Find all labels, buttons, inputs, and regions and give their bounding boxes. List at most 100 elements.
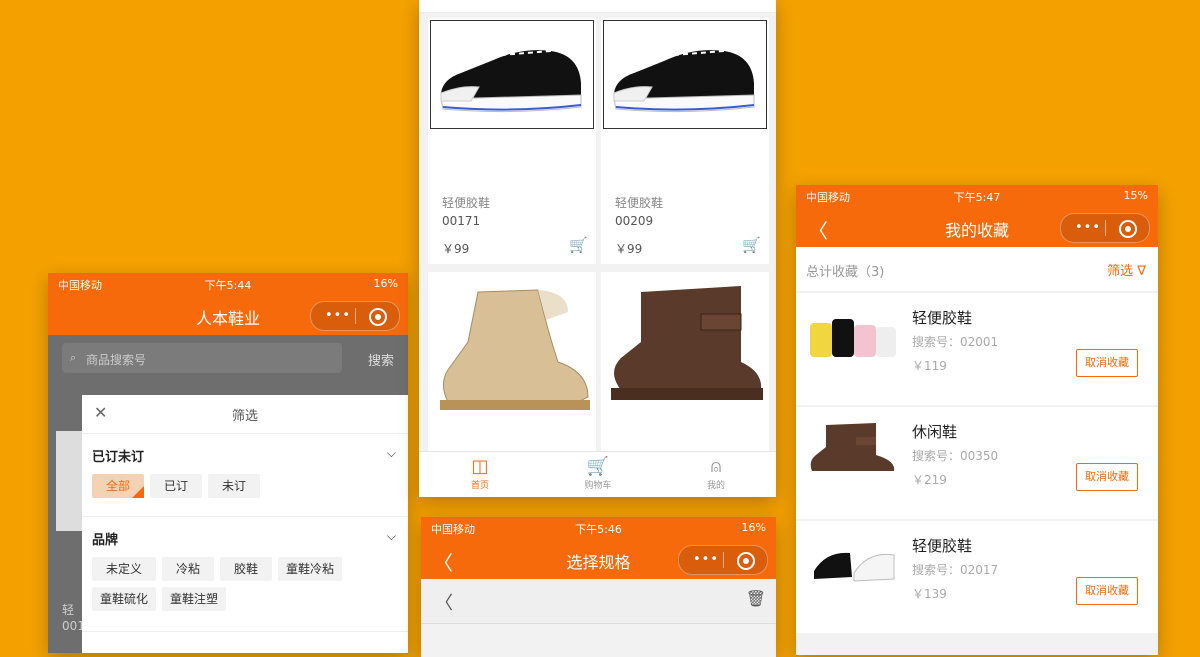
chip-brand[interactable]: 童鞋硫化	[92, 587, 157, 611]
nav-bar: 〈 选择规格 •••	[421, 539, 776, 579]
mini-program-capsule[interactable]: •••	[1060, 213, 1150, 243]
chip-ordered[interactable]: 已订	[150, 474, 203, 498]
product-card[interactable]	[601, 272, 769, 452]
chip-group: 全部 已订 未订	[92, 474, 266, 504]
battery-label: 15%	[1123, 189, 1148, 202]
phone-screen-home: 轻便胶鞋 00171 ￥99 🛒 轻便胶鞋 00209 ￥99 🛒 ◫ 首页 🛒…	[419, 0, 776, 497]
filter-sheet: ✕ 筛选 已订未订 ⌵ 全部 已订 未订 品牌 ⌵ 未定义 冷粘 胶鞋 童鞋冷粘童鞋硫化童…	[82, 395, 408, 653]
product-card[interactable]: 轻便胶鞋 00171 ￥99 🛒	[428, 18, 596, 264]
trash-icon[interactable]: 🗑	[746, 589, 766, 608]
product-name: 轻便胶鞋	[615, 196, 664, 210]
more-icon[interactable]: •••	[1075, 220, 1101, 235]
more-icon[interactable]: •••	[325, 308, 351, 323]
status-bar: 中国移动 下午5:46 16%	[421, 517, 776, 539]
cart-icon[interactable]: 🛒	[569, 236, 588, 254]
close-miniprogram-icon[interactable]	[737, 552, 755, 570]
tab-profile[interactable]: ⍝ 我的	[681, 456, 751, 491]
cart-icon: 🛒	[586, 456, 610, 477]
status-bar: 中国移动 下午5:47 15%	[796, 185, 1158, 207]
item-name: 轻便胶鞋	[912, 309, 973, 327]
chip-brand[interactable]: 童鞋注塑	[162, 587, 227, 611]
mini-program-capsule[interactable]: •••	[310, 301, 400, 331]
tab-cart[interactable]: 🛒 购物车	[563, 456, 633, 491]
mini-program-capsule[interactable]: •••	[678, 545, 768, 575]
product-name-partial: 轻	[62, 603, 75, 617]
search-area: ⌕ 商品搜索号 搜索	[48, 335, 408, 381]
chip-brand[interactable]: 冷粘	[162, 557, 215, 581]
chip-brand[interactable]: 未定义	[92, 557, 157, 581]
chip-brand[interactable]: 胶鞋	[220, 557, 273, 581]
filter-icon: ∇	[1137, 264, 1146, 279]
boot-image	[440, 289, 590, 410]
capsule-divider	[723, 552, 724, 568]
capsule-divider	[1105, 220, 1106, 236]
favorites-count: 总计收藏（3)	[806, 265, 885, 280]
tab-label: 我的	[706, 481, 725, 491]
unfavorite-button[interactable]: 取消收藏	[1076, 577, 1138, 605]
item-code: 搜索号：02001	[912, 335, 999, 349]
item-code: 搜索号：00350	[912, 449, 999, 463]
item-price: ￥219	[912, 473, 947, 487]
product-card[interactable]: 轻便胶鞋 00209 ￥99 🛒	[601, 18, 769, 264]
tab-home[interactable]: ◫ 首页	[445, 456, 515, 491]
product-image	[430, 20, 594, 129]
product-name: 轻便胶鞋	[442, 196, 491, 210]
shoes-image	[810, 319, 896, 357]
nav-bar: 〈 我的收藏 •••	[796, 207, 1158, 247]
user-icon: ⍝	[710, 456, 722, 477]
sneaker-image	[613, 50, 755, 113]
section-title: 已订未订	[92, 450, 145, 465]
sub-toolbar: 〈 🗑	[421, 579, 776, 624]
product-image	[806, 303, 901, 367]
phone-screen-favorites: 中国移动 下午5:47 15% 〈 我的收藏 ••• 总计收藏（3) 筛选 ∇ …	[796, 185, 1158, 655]
boot-image	[611, 286, 763, 400]
filter-button[interactable]: 筛选 ∇	[1107, 260, 1146, 279]
product-card[interactable]	[428, 272, 596, 452]
back-icon[interactable]: 〈	[435, 589, 453, 615]
chip-unordered[interactable]: 未订	[208, 474, 261, 498]
chevron-down-icon[interactable]: ⌵	[387, 529, 396, 544]
battery-label: 16%	[741, 521, 766, 534]
status-bar: 中国移动 下午5:44 16%	[48, 273, 408, 295]
tab-bar: ◫ 首页 🛒 购物车 ⍝ 我的	[419, 451, 776, 497]
item-name: 休闲鞋	[912, 423, 958, 441]
search-button[interactable]: 搜索	[368, 350, 394, 369]
item-name: 轻便胶鞋	[912, 537, 973, 555]
product-price: ￥99	[442, 242, 470, 256]
product-image	[603, 20, 767, 129]
filter-section-brand: 品牌 ⌵ 未定义 冷粘 胶鞋 童鞋冷粘童鞋硫化 童鞋注塑	[82, 517, 408, 632]
tab-label: 购物车	[584, 481, 612, 491]
unfavorite-button[interactable]: 取消收藏	[1076, 349, 1138, 377]
cart-icon[interactable]: 🛒	[742, 236, 761, 254]
chevron-down-icon[interactable]: ⌵	[387, 446, 396, 461]
favorite-item[interactable]: 轻便胶鞋 搜索号：02017 ￥139 取消收藏	[796, 521, 1158, 633]
chip-all[interactable]: 全部	[92, 474, 145, 498]
capsule-divider	[355, 308, 356, 324]
favorite-item[interactable]: 休闲鞋 搜索号：00350 ￥219 取消收藏	[796, 407, 1158, 519]
status-time: 下午5:44	[204, 279, 252, 292]
product-code: 00171	[442, 214, 481, 228]
chip-brand[interactable]: 童鞋冷粘	[278, 557, 343, 581]
status-time: 下午5:46	[575, 523, 622, 536]
item-price: ￥119	[912, 359, 947, 373]
search-placeholder: 商品搜索号	[86, 353, 147, 367]
status-time: 下午5:47	[953, 191, 1001, 204]
filter-label: 筛选	[1107, 264, 1134, 279]
close-miniprogram-icon[interactable]	[369, 308, 387, 326]
search-input[interactable]: ⌕ 商品搜索号	[62, 343, 342, 373]
section-title: 品牌	[92, 533, 119, 548]
search-icon: ⌕	[70, 351, 77, 364]
unfavorite-button[interactable]: 取消收藏	[1076, 463, 1138, 491]
item-price: ￥139	[912, 587, 947, 601]
phone-screen-spec: 中国移动 下午5:46 16% 〈 选择规格 ••• 〈 🗑	[421, 517, 776, 657]
favorite-item[interactable]: 轻便胶鞋 搜索号：02001 ￥119 取消收藏	[796, 293, 1158, 405]
phone-screen-filter: 中国移动 下午5:44 16% 人本鞋业 ••• ⌕ 商品搜索号 搜索 轻 00…	[48, 273, 408, 653]
tab-label: 首页	[470, 481, 489, 491]
more-icon[interactable]: •••	[693, 552, 719, 567]
top-strip	[419, 0, 776, 13]
product-thumb	[56, 431, 84, 531]
close-miniprogram-icon[interactable]	[1119, 220, 1137, 238]
product-image	[806, 531, 901, 595]
chip-group: 未定义 冷粘 胶鞋 童鞋冷粘童鞋硫化 童鞋注塑	[92, 557, 402, 617]
product-code: 00209	[615, 214, 654, 228]
